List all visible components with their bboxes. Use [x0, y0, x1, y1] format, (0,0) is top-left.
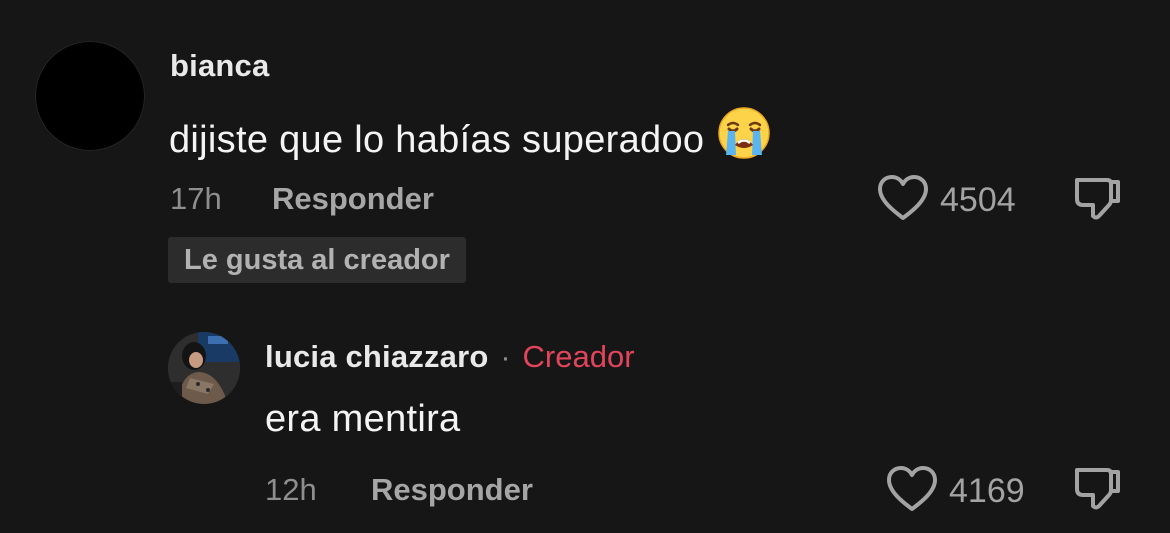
avatar[interactable]: [168, 332, 240, 404]
comment-timestamp: 12h: [265, 472, 317, 507]
reply-header: lucia chiazzaro · Creador: [265, 339, 635, 375]
comment-username[interactable]: lucia chiazzaro: [265, 339, 489, 375]
thumbs-down-icon: [1073, 468, 1123, 515]
like-button[interactable]: 4169: [885, 465, 1025, 518]
creator-liked-badge: Le gusta al creador: [168, 237, 466, 283]
creator-label: Creador: [522, 339, 635, 374]
like-count: 4169: [949, 472, 1025, 510]
thumbs-down-icon: [1073, 178, 1123, 225]
comment-text: era mentira: [265, 398, 461, 440]
like-button[interactable]: 4504: [876, 174, 1016, 227]
comment-timestamp: 17h: [170, 181, 222, 216]
reply-button[interactable]: Responder: [371, 472, 533, 508]
avatar[interactable]: [35, 41, 145, 151]
heart-icon: [885, 465, 939, 518]
like-count: 4504: [940, 181, 1016, 219]
reply-button[interactable]: Responder: [272, 181, 434, 217]
comment-text: dijiste que lo habías superadoo: [169, 107, 772, 171]
dislike-button[interactable]: [1073, 175, 1123, 226]
dislike-button[interactable]: [1073, 465, 1123, 516]
separator-dot: ·: [500, 341, 511, 374]
comment-item: bianca dijiste que lo habías superadoo 1…: [0, 0, 1170, 300]
heart-icon: [876, 174, 930, 227]
crying-face-icon: [716, 105, 772, 171]
reply-item: lucia chiazzaro · Creador era mentira 12…: [0, 300, 1170, 533]
comment-text-content: dijiste que lo habías superadoo: [169, 119, 705, 162]
comment-username[interactable]: bianca: [170, 48, 269, 84]
